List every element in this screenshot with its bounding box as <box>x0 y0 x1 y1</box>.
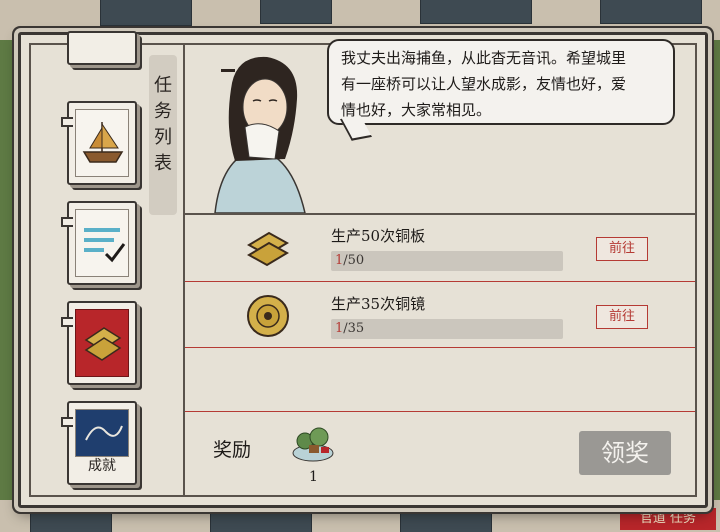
quest-progress-text: 1/35 <box>335 321 364 336</box>
quest-row: 生产35次铜镜 1/35 前往 <box>185 285 695 349</box>
title-char: 任 <box>154 75 172 96</box>
dialogue-line: 情也好，大家常相见。 <box>341 101 492 119</box>
claim-reward-button[interactable]: 领奖 <box>579 431 671 475</box>
row-divider <box>185 411 695 412</box>
reward-item-icon <box>292 427 334 462</box>
goto-button[interactable]: 前往 <box>596 237 648 261</box>
quest-content: 我丈夫出海捕鱼，从此杳无音讯。希望城里 有一座桥可以让人望水成影，友情也好，爱 … <box>183 39 695 495</box>
copper-plate-icon <box>247 231 289 267</box>
boat-icon <box>75 109 129 177</box>
tab-top-partial[interactable] <box>67 31 137 65</box>
tab-achievement-label: 成就 <box>88 458 116 474</box>
dialogue-bubble: 我丈夫出海捕鱼，从此杳无音讯。希望城里 有一座桥可以让人望水成影，友情也好，爱 … <box>327 39 675 125</box>
npc-portrait <box>214 56 306 213</box>
copper-mirror-icon <box>247 295 289 337</box>
quest-progress-text: 1/50 <box>335 253 364 268</box>
tab-list-check[interactable] <box>61 201 137 285</box>
achievement-icon <box>75 409 129 457</box>
tab-strip: 成就 <box>31 31 141 495</box>
dialogue-line: 有一座桥可以让人望水成影，友情也好，爱 <box>341 75 627 93</box>
reward-label: 奖励 <box>213 439 252 461</box>
panel-inner: 成就 任 务 列 表 我丈夫出海捕鱼，从此杳无音讯。希望城里 有一座桥可以让人望… <box>29 31 697 497</box>
quest-progress-bar <box>331 251 563 271</box>
tab-boat[interactable] <box>61 101 137 185</box>
dialogue-line: 我丈夫出海捕鱼，从此杳无音讯。希望城里 <box>341 49 627 67</box>
quest-progress-bar <box>331 319 563 339</box>
list-check-icon <box>75 209 129 277</box>
row-divider <box>185 281 695 282</box>
goto-button[interactable]: 前往 <box>596 305 648 329</box>
quest-progress-total: /50 <box>343 253 365 268</box>
reward-count: 1 <box>309 469 318 485</box>
tab-copper[interactable] <box>61 301 137 385</box>
quest-panel: 成就 任 务 列 表 我丈夫出海捕鱼，从此杳无音讯。希望城里 有一座桥可以让人望… <box>18 31 708 508</box>
quest-title: 生产50次铜板 <box>331 227 426 245</box>
quest-title: 生产35次铜镜 <box>331 295 426 313</box>
title-char: 表 <box>154 153 172 174</box>
title-char: 列 <box>154 127 172 148</box>
quest-progress-total: /35 <box>343 321 365 336</box>
bottom-right-sign[interactable]: 官道 任务 <box>620 508 716 530</box>
tab-achievement[interactable]: 成就 <box>61 401 137 485</box>
title-char: 务 <box>154 101 172 122</box>
quest-row: 生产50次铜板 1/50 前往 <box>185 217 695 281</box>
quest-list-title: 任 务 列 表 <box>149 55 177 215</box>
npc-header: 我丈夫出海捕鱼，从此杳无音讯。希望城里 有一座桥可以让人望水成影，友情也好，爱 … <box>185 39 695 215</box>
copper-ingot-icon <box>75 309 129 377</box>
row-divider <box>185 347 695 348</box>
